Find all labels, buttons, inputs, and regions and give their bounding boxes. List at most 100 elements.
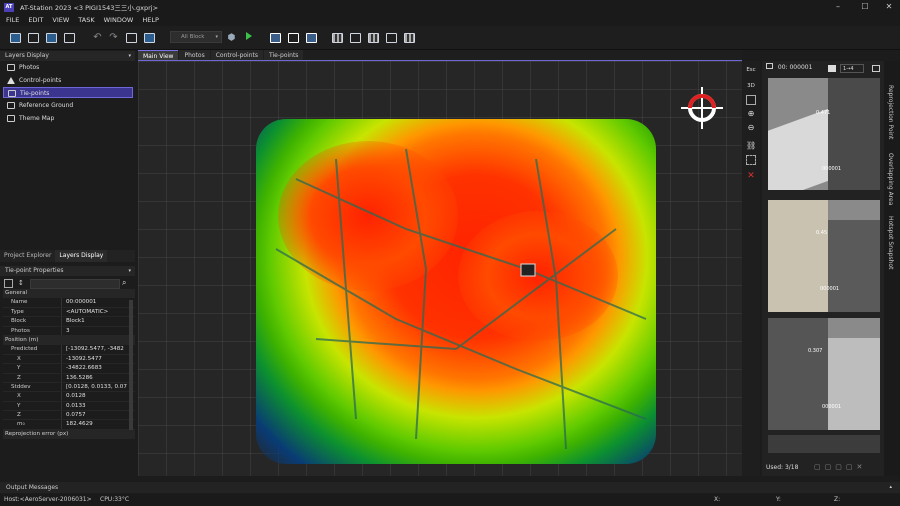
property-value[interactable]: -13092.5477 — [61, 354, 135, 364]
run-button[interactable] — [246, 32, 252, 40]
property-key: X — [17, 355, 21, 362]
save-as-button[interactable] — [62, 30, 77, 45]
minimize-button[interactable]: – — [827, 0, 849, 14]
view-split-button[interactable] — [286, 30, 301, 45]
import-button[interactable] — [124, 30, 139, 45]
property-key: Name — [11, 299, 28, 306]
property-value[interactable]: 00:000001 — [61, 298, 135, 307]
zoom-in-icon[interactable]: ⊕ — [746, 109, 756, 119]
used-count: Used: 3/18 — [766, 464, 799, 471]
tab-overlapping-area[interactable]: Overlapping Area — [887, 153, 894, 205]
3d-button[interactable]: 3D — [746, 81, 756, 91]
layer-reference-ground[interactable]: Reference Ground — [3, 100, 133, 111]
street-line — [315, 228, 617, 351]
zoom-out-icon[interactable]: ⊖ — [746, 123, 756, 133]
compass-icon[interactable] — [677, 83, 727, 133]
property-value[interactable]: <AUTOMATIC> — [61, 307, 135, 317]
layout-c-button[interactable] — [384, 30, 399, 45]
network-button[interactable]: ⬢ — [224, 30, 239, 45]
tab-reprojection-point[interactable]: Reprojection Point — [887, 85, 894, 139]
triangle-icon — [7, 77, 15, 84]
property-value[interactable]: 0.0757 — [61, 411, 135, 420]
property-value[interactable]: -34822.6683 — [61, 364, 135, 373]
tab-layers-display[interactable]: Layers Display — [55, 250, 108, 262]
chevron-down-icon[interactable]: ▾ — [128, 266, 131, 276]
tab-hotspot-snapshot[interactable]: Hotspot Snapshot — [887, 216, 894, 269]
menu-view[interactable]: VIEW — [52, 16, 69, 24]
property-grid: General Name 00:000001 Type <AUTOMATIC> Block… — [3, 289, 135, 440]
property-value[interactable]: Block1 — [61, 317, 135, 326]
delete-icon[interactable]: ✕ — [746, 171, 756, 181]
property-value[interactable]: 3 — [61, 326, 135, 335]
view-quad-button[interactable] — [304, 30, 319, 45]
checker-button[interactable] — [330, 30, 345, 45]
property-value[interactable]: 0.0133 — [61, 401, 135, 411]
layer-photos[interactable]: Photos — [3, 62, 133, 73]
property-row: X -13092.5477 — [3, 354, 135, 365]
property-row: Y 0.0133 — [3, 401, 135, 412]
fit-view-icon[interactable] — [746, 95, 756, 105]
menu-task[interactable]: TASK — [78, 16, 94, 24]
layer-tie-points[interactable]: Tie-points — [3, 87, 133, 98]
property-group-label: Reprojection error (px) — [5, 430, 69, 437]
reprojection-thumbnail[interactable]: 0.45 000001 — [768, 200, 880, 312]
point-id: 00: 000001 — [777, 64, 813, 71]
esc-button[interactable]: Esc — [746, 65, 756, 75]
ratio-select[interactable]: 1→4 — [840, 64, 864, 73]
street-line — [275, 248, 647, 420]
street-line — [335, 158, 357, 420]
block-select[interactable]: All Block ▾ — [170, 31, 222, 43]
view-single-button[interactable] — [268, 30, 283, 45]
chevron-down-icon[interactable]: ▾ — [128, 51, 131, 61]
layer-theme-map[interactable]: Theme Map — [3, 113, 133, 124]
property-key: Photos — [11, 327, 30, 334]
layout-c-icon — [386, 32, 397, 43]
categorize-icon[interactable] — [4, 279, 13, 288]
undo-button[interactable]: ↶ — [90, 30, 105, 45]
sort-icon[interactable]: ↕ — [18, 279, 27, 288]
search-icon[interactable]: ⌕ — [122, 278, 126, 288]
reprojection-thumbnail-partial[interactable] — [768, 435, 880, 453]
reprojection-thumbnail[interactable]: 0.471 000001 — [768, 78, 880, 190]
image-icon[interactable] — [872, 65, 880, 72]
property-key: X — [17, 393, 21, 400]
reprojection-thumbnail[interactable]: 0.307 000001 — [768, 318, 880, 430]
open-project-button[interactable] — [26, 30, 41, 45]
tab-project-explorer[interactable]: Project Explorer — [0, 250, 55, 262]
menu-file[interactable]: FILE — [6, 16, 19, 24]
menu-edit[interactable]: EDIT — [28, 16, 43, 24]
chevron-up-icon[interactable]: ▴ — [889, 482, 892, 493]
layout-b-button[interactable] — [366, 30, 381, 45]
layer-control-points[interactable]: Control-points — [3, 75, 133, 86]
thumb-residual-label: 0.45 — [816, 230, 828, 236]
export-button[interactable] — [142, 30, 157, 45]
view-quad-icon — [306, 32, 317, 43]
property-scrollbar[interactable] — [129, 300, 133, 430]
view-toolstrip: Esc 3D ⊕ ⊖ ⛓ ✕ — [742, 61, 760, 476]
property-group: General — [3, 289, 135, 299]
property-value[interactable]: 0.0128 — [61, 392, 135, 401]
new-project-button[interactable] — [8, 30, 23, 45]
layout-d-button[interactable] — [402, 30, 417, 45]
property-search-input[interactable] — [30, 279, 120, 289]
link-icon[interactable]: ⛓ — [746, 141, 756, 151]
close-button[interactable]: ✕ — [878, 0, 900, 14]
layout-a-button[interactable] — [348, 30, 363, 45]
thumb-nav-icons[interactable]: ▢▢▢▢✕ — [814, 463, 866, 471]
maximize-button[interactable]: ☐ — [854, 0, 876, 14]
main-viewport[interactable] — [138, 61, 742, 476]
property-value[interactable]: [0.0128, 0.0133, 0.07 — [61, 382, 135, 392]
select-icon[interactable] — [746, 155, 756, 165]
save-button[interactable] — [44, 30, 59, 45]
menu-help[interactable]: HELP — [142, 16, 159, 24]
filter-icon[interactable] — [828, 65, 836, 72]
property-row: m₀ 182.4629 — [3, 420, 135, 430]
property-value[interactable]: 182.4629 — [61, 420, 135, 429]
property-value[interactable]: 136.5286 — [61, 373, 135, 382]
menu-window[interactable]: WINDOW — [104, 16, 134, 24]
selected-tie-point-marker[interactable] — [520, 263, 536, 277]
redo-button[interactable]: ↷ — [106, 30, 121, 45]
property-value[interactable]: [-13092.5477, -3482 — [61, 345, 135, 354]
reprojection-header: 00: 000001 1→4 — [762, 61, 884, 75]
output-messages-bar[interactable]: Output Messages ▴ — [0, 482, 900, 493]
